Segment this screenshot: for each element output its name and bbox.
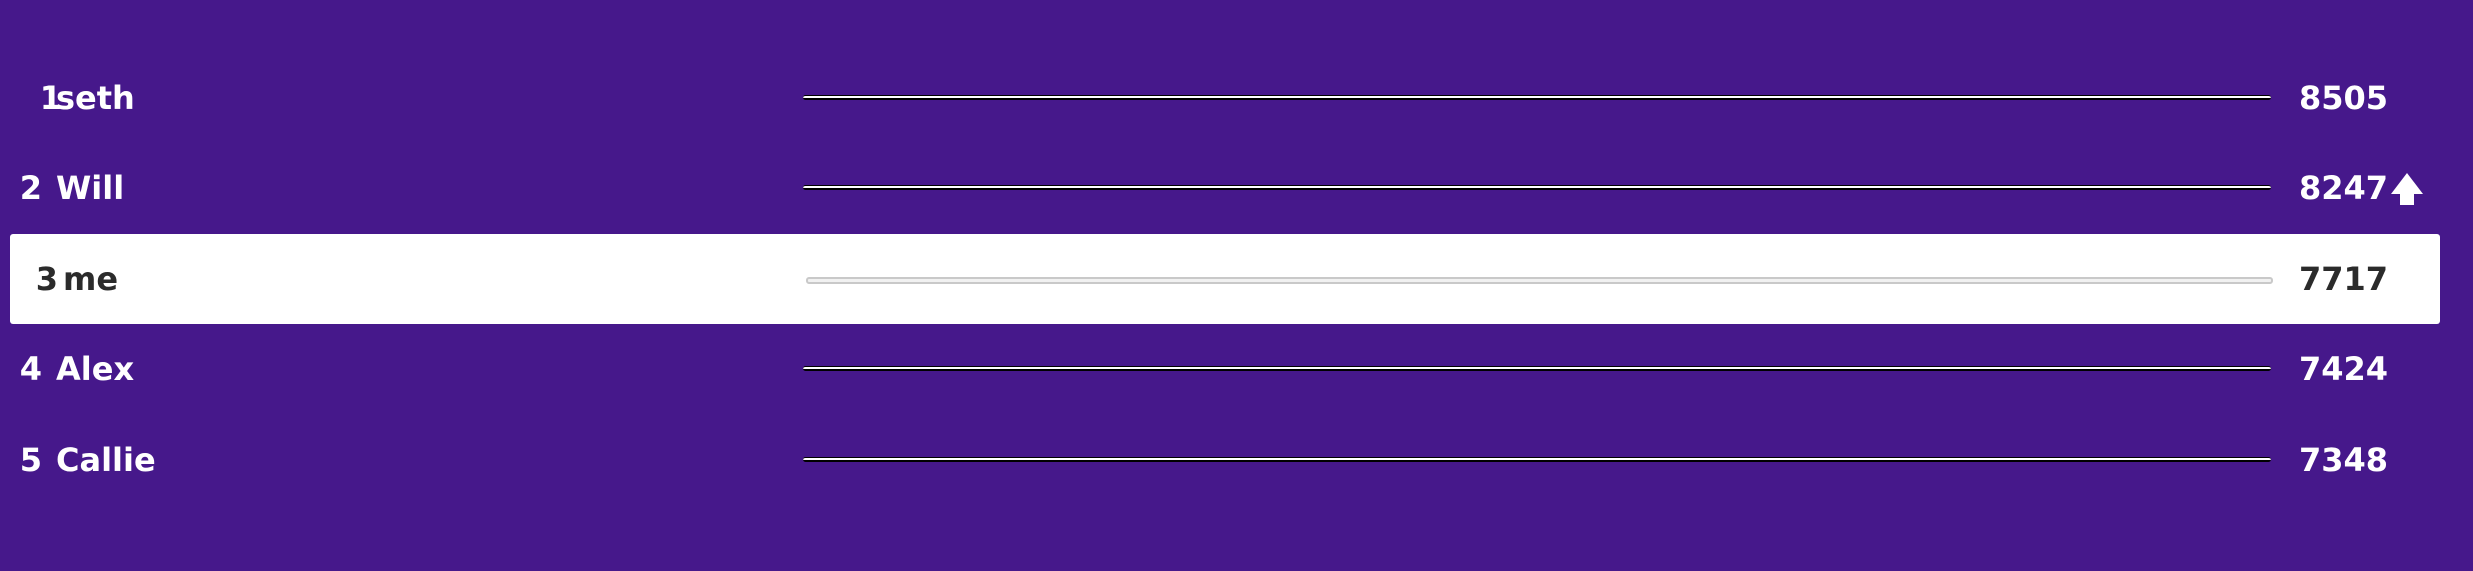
player-score: 7424 xyxy=(2298,350,2388,388)
player-score: 8247 xyxy=(2298,169,2388,207)
rank-number: 2 xyxy=(19,169,42,207)
player-name: Callie xyxy=(56,441,156,479)
player-name: Will xyxy=(56,169,125,207)
player-score: 8505 xyxy=(2298,79,2388,117)
leaderboard-row: 2 Will 8247 xyxy=(10,143,2440,233)
leaderboard-row: 1 seth 8505 xyxy=(10,53,2440,143)
score-bar xyxy=(803,366,2271,371)
score-bar xyxy=(803,457,2271,462)
player-name: me xyxy=(63,260,119,298)
leaderboard-row: 5 Callie 7348 xyxy=(10,415,2440,505)
score-bar xyxy=(806,277,2273,284)
score-bar xyxy=(803,95,2271,100)
player-name: Alex xyxy=(56,350,135,388)
player-score: 7717 xyxy=(2298,260,2388,298)
rank-number: 1 xyxy=(39,79,62,117)
score-bar xyxy=(803,185,2271,190)
arrow-up-icon xyxy=(2391,173,2423,205)
rank-number: 3 xyxy=(35,260,58,298)
player-score: 7348 xyxy=(2298,441,2388,479)
player-name: seth xyxy=(56,79,135,117)
leaderboard-row-current-user: 3 me 7717 xyxy=(10,234,2440,324)
rank-number: 5 xyxy=(19,441,42,479)
leaderboard: 1 seth 8505 2 Will 8247 3 me 7717 4 Alex… xyxy=(0,0,2473,571)
leaderboard-row: 4 Alex 7424 xyxy=(10,324,2440,414)
rank-number: 4 xyxy=(19,350,42,388)
